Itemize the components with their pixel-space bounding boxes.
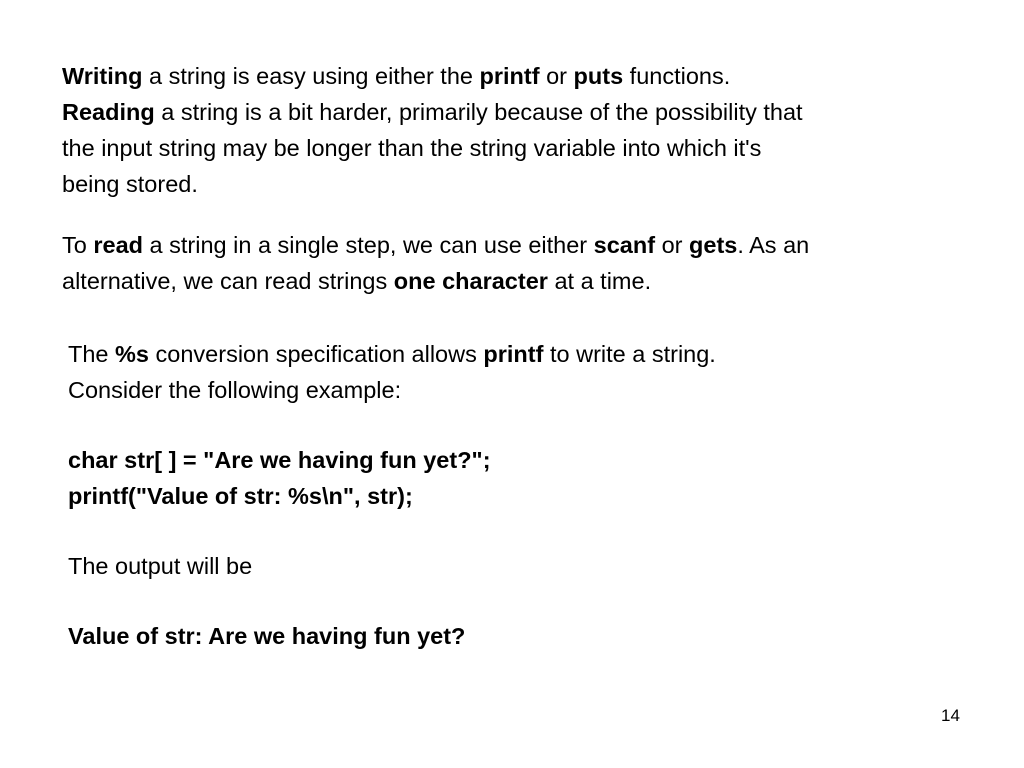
- text: a string is easy using either the: [142, 63, 480, 89]
- text-line: The %s conversion specification allows p…: [68, 336, 948, 372]
- code-line: printf("Value of str: %s\n", str);: [68, 478, 948, 514]
- code-text: char str[ ] = "Are we having fun yet?";: [68, 447, 491, 473]
- code-line: char str[ ] = "Are we having fun yet?";: [68, 442, 948, 478]
- output-text: Value of str: Are we having fun yet?: [68, 623, 466, 649]
- paragraph-writing-reading: Writing a string is easy using either th…: [62, 58, 982, 202]
- bold-term: one character: [393, 268, 548, 294]
- bold-term: Reading: [62, 99, 155, 125]
- paragraph-printf-example: The %s conversion specification allows p…: [68, 336, 948, 654]
- bold-term: %s: [115, 341, 149, 367]
- bold-term: Writing: [62, 63, 143, 89]
- output-label: The output will be: [68, 553, 253, 579]
- bold-term: read: [93, 232, 143, 258]
- bold-term: printf: [483, 341, 544, 367]
- bold-term: puts: [573, 63, 624, 89]
- text: to write a string.: [543, 341, 716, 367]
- text-line: the input string may be longer than the …: [62, 135, 762, 161]
- code-text: printf("Value of str: %s\n", str);: [68, 483, 413, 509]
- text: or: [655, 232, 690, 258]
- output-value: Value of str: Are we having fun yet?: [68, 618, 948, 654]
- text: functions.: [623, 63, 731, 89]
- text: at a time.: [547, 268, 652, 294]
- text: . As an: [737, 232, 810, 258]
- bold-term: gets: [689, 232, 738, 258]
- text: a string is a bit harder, primarily beca…: [154, 99, 803, 125]
- text-line: Reading a string is a bit harder, primar…: [62, 94, 982, 130]
- paragraph-read-methods: To read a string in a single step, we ca…: [62, 227, 982, 299]
- text-line: Writing a string is easy using either th…: [62, 58, 982, 94]
- text-line: To read a string in a single step, we ca…: [62, 227, 982, 263]
- text-line: being stored.: [62, 171, 198, 197]
- text-line: alternative, we can read strings one cha…: [62, 263, 982, 299]
- page-number: 14: [941, 706, 960, 725]
- text: alternative, we can read strings: [62, 268, 394, 294]
- text: The: [68, 341, 116, 367]
- bold-term: scanf: [593, 232, 656, 258]
- bold-term: printf: [479, 63, 540, 89]
- text-line: Consider the following example:: [68, 377, 402, 403]
- text: a string in a single step, we can use ei…: [143, 232, 594, 258]
- text: or: [539, 63, 574, 89]
- text: To: [62, 232, 94, 258]
- text: conversion specification allows: [149, 341, 484, 367]
